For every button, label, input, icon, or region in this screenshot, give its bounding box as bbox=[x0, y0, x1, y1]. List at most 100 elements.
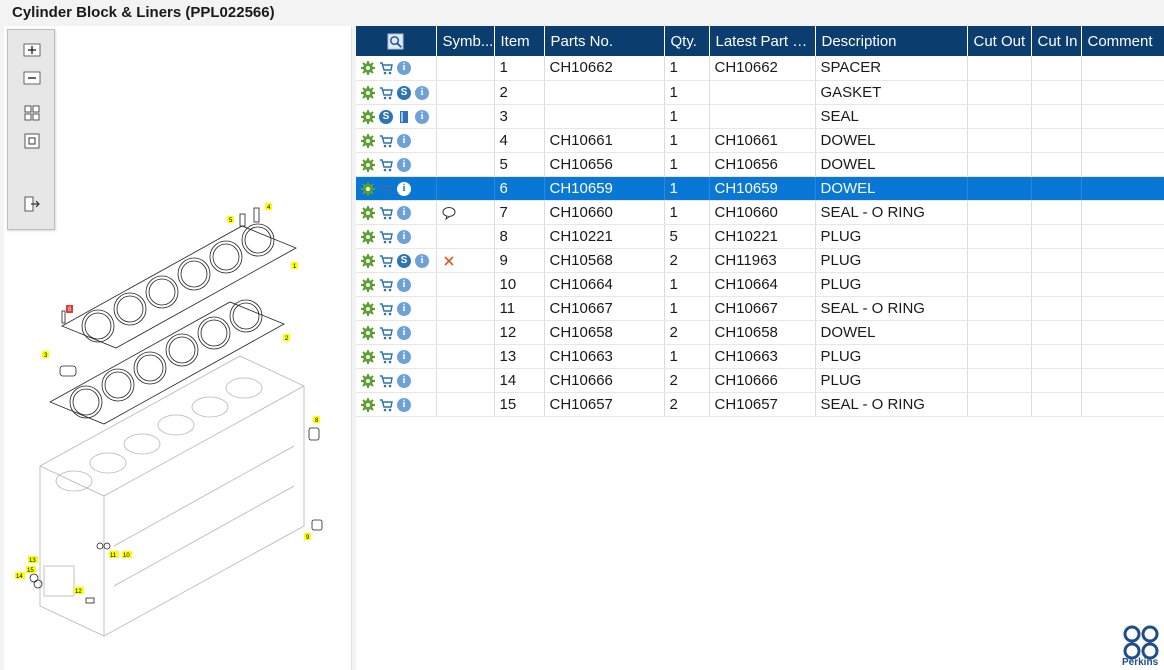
table-row[interactable]: i 14 CH10666 2 CH10666 PLUG bbox=[356, 368, 1164, 393]
gear-icon[interactable] bbox=[361, 61, 375, 76]
callout-10[interactable]: 10 bbox=[122, 551, 132, 559]
gear-icon[interactable] bbox=[361, 157, 375, 172]
zoom-in-button[interactable] bbox=[21, 40, 43, 60]
table-row[interactable]: i 12 CH10658 2 CH10658 DOWEL bbox=[356, 320, 1164, 345]
callout-12[interactable]: 12 bbox=[74, 587, 84, 595]
info-icon[interactable]: i bbox=[397, 397, 411, 412]
gear-icon[interactable] bbox=[361, 253, 375, 268]
callout-6-highlighted[interactable]: 6 bbox=[66, 305, 73, 313]
table-row[interactable]: i 1 CH10662 1 CH10662 SPACER bbox=[356, 56, 1164, 81]
gear-icon[interactable] bbox=[361, 205, 375, 220]
table-row[interactable]: i 8 CH10221 5 CH10221 PLUG bbox=[356, 224, 1164, 249]
table-row[interactable]: Si 3 1 SEAL bbox=[356, 104, 1164, 129]
comment-icon[interactable] bbox=[442, 206, 456, 220]
gear-icon[interactable] bbox=[361, 109, 375, 124]
callout-11[interactable]: 11 bbox=[109, 551, 119, 559]
actual-size-button[interactable] bbox=[21, 131, 43, 151]
cart-icon[interactable] bbox=[379, 326, 393, 340]
callout-13[interactable]: 13 bbox=[28, 556, 38, 564]
callout-3[interactable]: 3 bbox=[42, 351, 49, 359]
column-header-description[interactable]: Description bbox=[815, 26, 968, 56]
info-icon[interactable]: i bbox=[415, 85, 429, 100]
gear-icon[interactable] bbox=[361, 277, 375, 292]
gear-icon[interactable] bbox=[361, 325, 375, 340]
table-row[interactable]: i 4 CH10661 1 CH10661 DOWEL bbox=[356, 128, 1164, 153]
info-icon[interactable]: i bbox=[397, 277, 411, 292]
symbol-cell bbox=[436, 296, 495, 321]
table-row[interactable]: i 5 CH10656 1 CH10656 DOWEL bbox=[356, 152, 1164, 177]
column-header-latest-part-no[interactable]: Latest Part No. bbox=[709, 26, 816, 56]
callout-5[interactable]: 5 bbox=[227, 216, 234, 224]
cross-icon[interactable] bbox=[442, 254, 456, 268]
column-header-comment[interactable]: Comment bbox=[1081, 26, 1164, 56]
gear-icon[interactable] bbox=[361, 133, 375, 148]
cart-icon[interactable] bbox=[379, 350, 393, 364]
column-header-cut-out[interactable]: Cut Out bbox=[967, 26, 1032, 56]
column-header-parts-no[interactable]: Parts No. bbox=[544, 26, 665, 56]
gear-icon[interactable] bbox=[361, 373, 375, 388]
row-actions-cell: Si bbox=[356, 104, 437, 129]
column-header-item[interactable]: Item bbox=[494, 26, 545, 56]
cart-icon[interactable] bbox=[379, 206, 393, 220]
column-header-cut-in[interactable]: Cut In bbox=[1031, 26, 1082, 56]
s-icon[interactable]: S bbox=[397, 85, 411, 100]
gear-icon[interactable] bbox=[361, 349, 375, 364]
cart-icon[interactable] bbox=[379, 86, 393, 100]
cart-icon[interactable] bbox=[379, 182, 393, 196]
table-row[interactable]: i 13 CH10663 1 CH10663 PLUG bbox=[356, 344, 1164, 369]
zoom-out-button[interactable] bbox=[21, 68, 43, 88]
s-icon[interactable]: S bbox=[397, 253, 411, 268]
gear-icon[interactable] bbox=[361, 397, 375, 412]
info-icon[interactable]: i bbox=[397, 61, 411, 76]
cart-icon[interactable] bbox=[379, 374, 393, 388]
callout-4[interactable]: 4 bbox=[265, 203, 272, 211]
callout-9[interactable]: 9 bbox=[304, 533, 311, 541]
gear-icon[interactable] bbox=[361, 229, 375, 244]
cart-icon[interactable] bbox=[379, 254, 393, 268]
callout-8[interactable]: 8 bbox=[313, 416, 320, 424]
fit-all-button[interactable] bbox=[21, 103, 43, 123]
info-icon[interactable]: i bbox=[397, 133, 411, 148]
column-header-symbol[interactable]: Symb... bbox=[436, 26, 495, 56]
cart-icon[interactable] bbox=[379, 302, 393, 316]
info-icon[interactable]: i bbox=[397, 325, 411, 340]
symbol-cell bbox=[436, 272, 495, 297]
column-header-qty[interactable]: Qty. bbox=[664, 26, 710, 56]
callout-14[interactable]: 14 bbox=[15, 572, 25, 580]
s-icon[interactable]: S bbox=[379, 109, 393, 124]
info-icon[interactable]: i bbox=[397, 181, 411, 196]
info-icon[interactable]: i bbox=[397, 301, 411, 316]
info-icon[interactable]: i bbox=[397, 157, 411, 172]
info-icon[interactable]: i bbox=[415, 253, 429, 268]
export-button[interactable] bbox=[21, 194, 43, 214]
cart-icon[interactable] bbox=[379, 61, 393, 75]
gear-icon[interactable] bbox=[361, 181, 375, 196]
table-row[interactable]: Si 9 CH10568 2 CH11963 PLUG bbox=[356, 248, 1164, 273]
info-icon[interactable]: i bbox=[397, 205, 411, 220]
gear-icon[interactable] bbox=[361, 301, 375, 316]
info-icon[interactable]: i bbox=[415, 109, 429, 124]
book-icon[interactable] bbox=[397, 110, 411, 124]
cart-icon[interactable] bbox=[379, 278, 393, 292]
table-row[interactable]: i 10 CH10664 1 CH10664 PLUG bbox=[356, 272, 1164, 297]
gear-icon[interactable] bbox=[361, 85, 375, 100]
info-icon[interactable]: i bbox=[397, 373, 411, 388]
info-icon[interactable]: i bbox=[397, 229, 411, 244]
table-row[interactable]: Si 2 1 GASKET bbox=[356, 80, 1164, 105]
callout-1[interactable]: 1 bbox=[291, 262, 298, 270]
row-actions-cell: i bbox=[356, 320, 437, 345]
callout-2[interactable]: 2 bbox=[283, 334, 290, 342]
exploded-diagram[interactable]: 1 2 3 4 5 6 8 9 10 11 12 13 14 15 bbox=[4, 26, 352, 670]
callout-15[interactable]: 15 bbox=[26, 566, 36, 574]
table-row[interactable]: i 7 CH10660 1 CH10660 SEAL - O RING bbox=[356, 200, 1164, 225]
column-header-icons[interactable] bbox=[356, 26, 437, 56]
table-row[interactable]: i 15 CH10657 2 CH10657 SEAL - O RING bbox=[356, 392, 1164, 417]
cart-icon[interactable] bbox=[379, 230, 393, 244]
cart-icon[interactable] bbox=[379, 158, 393, 172]
cart-icon[interactable] bbox=[379, 398, 393, 412]
cart-icon[interactable] bbox=[379, 134, 393, 148]
exploded-diagram-pane[interactable]: 1 2 3 4 5 6 8 9 10 11 12 13 14 15 bbox=[4, 26, 352, 670]
info-icon[interactable]: i bbox=[397, 349, 411, 364]
table-row[interactable]: i 6 CH10659 1 CH10659 DOWEL bbox=[356, 176, 1164, 201]
table-row[interactable]: i 11 CH10667 1 CH10667 SEAL - O RING bbox=[356, 296, 1164, 321]
